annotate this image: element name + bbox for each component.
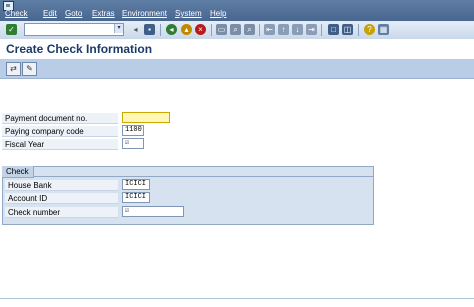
fiscal-year-label: Fiscal Year <box>2 139 118 150</box>
toolbar-separator <box>211 24 212 36</box>
cancel-icon[interactable]: × <box>195 24 206 35</box>
command-dropdown-icon[interactable]: ▾ <box>114 24 123 33</box>
find-next-icon[interactable]: ⌕ <box>244 24 255 35</box>
shortcut-icon[interactable]: ◫ <box>342 24 353 35</box>
help-icon[interactable]: ? <box>364 24 375 35</box>
find-icon[interactable]: ⌕ <box>230 24 241 35</box>
group-divider <box>2 176 374 177</box>
menu-edit[interactable]: Edit <box>43 9 57 19</box>
fiscal-year-field[interactable]: ☑ <box>122 138 144 149</box>
back-history-icon[interactable]: ◂ <box>130 24 141 35</box>
exit-icon[interactable]: ▴ <box>181 24 192 35</box>
menu-bar: Check Edit Goto Extras Environment Syste… <box>0 0 474 21</box>
menu-goto[interactable]: Goto <box>65 9 82 19</box>
check-number-label: Check number <box>5 207 118 218</box>
account-id-field[interactable]: ICICI <box>122 192 150 203</box>
save-icon[interactable]: ▪ <box>144 24 155 35</box>
print-icon[interactable]: ▭ <box>216 24 227 35</box>
first-page-icon[interactable]: ⇤ <box>264 24 275 35</box>
command-field[interactable] <box>24 23 124 36</box>
display-change-icon[interactable]: ⇄ <box>6 62 21 76</box>
customize-layout-icon[interactable]: ▦ <box>378 24 389 35</box>
menu-system[interactable]: System <box>175 9 202 19</box>
paying-company-code-field[interactable]: 1100 <box>122 125 144 136</box>
toolbar-separator <box>321 24 322 36</box>
menu-help[interactable]: Help <box>210 9 226 19</box>
standard-toolbar: ✓ ▾ ◂ ▪ ◂ ▴ × ▭ ⌕ ⌕ ⇤ ↑ ↓ ⇥ □ ◫ ? ▦ <box>0 21 474 40</box>
toolbar-separator <box>358 24 359 36</box>
page-title: Create Check Information <box>6 42 153 56</box>
create-session-icon[interactable]: □ <box>328 24 339 35</box>
application-toolbar: ⇄ ✎ <box>0 59 474 79</box>
menu-check[interactable]: Check <box>5 9 28 19</box>
menu-extras[interactable]: Extras <box>92 9 115 19</box>
toolbar-separator <box>160 24 161 36</box>
menu-environment[interactable]: Environment <box>122 9 167 19</box>
pencil-icon[interactable]: ✎ <box>22 62 37 76</box>
check-number-field[interactable]: ☑ <box>122 206 184 217</box>
payment-document-field[interactable] <box>122 112 170 123</box>
last-page-icon[interactable]: ⇥ <box>306 24 317 35</box>
payment-document-label: Payment document no. <box>2 113 118 124</box>
status-bar-divider <box>0 298 474 299</box>
back-icon[interactable]: ◂ <box>166 24 177 35</box>
house-bank-field[interactable]: ICICI <box>122 179 150 190</box>
next-page-icon[interactable]: ↓ <box>292 24 303 35</box>
toolbar-separator <box>259 24 260 36</box>
account-id-label: Account ID <box>5 193 118 204</box>
paying-company-code-label: Paying company code <box>2 126 118 137</box>
checkmark-icon[interactable]: ✓ <box>6 24 17 35</box>
previous-page-icon[interactable]: ↑ <box>278 24 289 35</box>
check-group-title: Check <box>2 166 34 178</box>
house-bank-label: House Bank <box>5 180 118 191</box>
